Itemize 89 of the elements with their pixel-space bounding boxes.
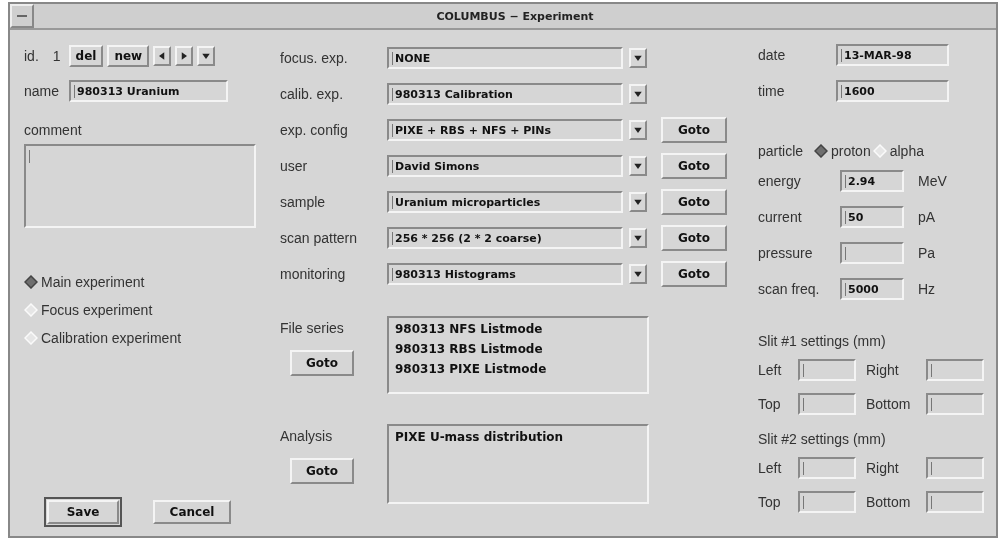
record-button[interactable]: new bbox=[107, 45, 150, 67]
field-label: comment bbox=[24, 122, 83, 138]
select-field[interactable]: David Simons bbox=[387, 155, 623, 177]
goto-button[interactable]: Goto bbox=[661, 117, 727, 143]
goto-button[interactable]: Goto bbox=[290, 350, 354, 376]
select-field[interactable]: NONE bbox=[387, 47, 623, 69]
window-title: COLUMBUS − Experiment bbox=[436, 9, 594, 23]
record-button[interactable]: del bbox=[68, 45, 104, 67]
radio-button[interactable]: Main experiment bbox=[24, 274, 256, 290]
number-field[interactable] bbox=[798, 457, 856, 479]
dropdown-button[interactable] bbox=[629, 120, 647, 140]
id-value: 1 bbox=[52, 48, 61, 64]
field-label: Top bbox=[758, 494, 782, 510]
list-item[interactable]: 980313 RBS Listmode bbox=[395, 342, 641, 356]
field-label: name bbox=[24, 83, 60, 99]
select-field[interactable]: Uranium microparticles bbox=[387, 191, 623, 213]
field-label: energy bbox=[758, 173, 802, 189]
radio-button[interactable]: alpha bbox=[872, 143, 924, 159]
date-field[interactable]: 13-MAR-98 bbox=[836, 44, 949, 66]
goto-button[interactable]: Goto bbox=[661, 225, 727, 251]
radio-button[interactable]: Calibration experiment bbox=[24, 330, 256, 346]
field-label: particle bbox=[758, 143, 805, 159]
unit-label: Hz bbox=[918, 281, 936, 297]
previous-button[interactable] bbox=[153, 46, 172, 66]
dropdown-button[interactable] bbox=[197, 46, 216, 66]
unit-label: MeV bbox=[918, 173, 947, 189]
unit-label: pA bbox=[918, 209, 936, 225]
goto-button[interactable]: Goto bbox=[661, 189, 727, 215]
window-menu-button[interactable] bbox=[10, 4, 34, 28]
save-button[interactable]: Save bbox=[47, 500, 119, 524]
list-item[interactable]: 980313 PIXE Listmode bbox=[395, 362, 641, 376]
number-field[interactable] bbox=[798, 491, 856, 513]
list-item[interactable]: PIXE U-mass distribution bbox=[395, 430, 641, 444]
list-item[interactable]: 980313 NFS Listmode bbox=[395, 322, 641, 336]
section-label: Analysis bbox=[280, 428, 333, 444]
radio-button[interactable]: Focus experiment bbox=[24, 302, 256, 318]
field-label: date bbox=[758, 47, 787, 63]
field-label: Top bbox=[758, 396, 782, 412]
field-label: Bottom bbox=[866, 494, 912, 510]
field-label: sample bbox=[280, 194, 327, 210]
field-label: calib. exp. bbox=[280, 86, 345, 102]
goto-button[interactable]: Goto bbox=[290, 458, 354, 484]
number-field[interactable] bbox=[798, 393, 856, 415]
time-field[interactable]: 1600 bbox=[836, 80, 949, 102]
select-field[interactable]: 980313 Histograms bbox=[387, 263, 623, 285]
select-field[interactable]: 256 * 256 (2 * 2 coarse) bbox=[387, 227, 623, 249]
number-field[interactable]: 50 bbox=[840, 206, 904, 228]
field-label: exp. config bbox=[280, 122, 349, 138]
field-label: Bottom bbox=[866, 396, 912, 412]
number-field[interactable] bbox=[840, 242, 904, 264]
number-field[interactable]: 5000 bbox=[840, 278, 904, 300]
field-label: scan freq. bbox=[758, 281, 821, 297]
number-field[interactable] bbox=[798, 359, 856, 381]
field-label: pressure bbox=[758, 245, 814, 261]
number-field[interactable] bbox=[926, 359, 984, 381]
dropdown-button[interactable] bbox=[629, 264, 647, 284]
select-field[interactable]: 980313 Calibration bbox=[387, 83, 623, 105]
dropdown-button[interactable] bbox=[629, 48, 647, 68]
field-label: current bbox=[758, 209, 803, 225]
section-label: Slit #1 settings (mm) bbox=[758, 333, 887, 349]
section-label: Slit #2 settings (mm) bbox=[758, 431, 887, 447]
dropdown-button[interactable] bbox=[629, 228, 647, 248]
dropdown-button[interactable] bbox=[629, 156, 647, 176]
field-label: Right bbox=[866, 460, 900, 476]
field-label: scan pattern bbox=[280, 230, 359, 246]
unit-label: Pa bbox=[918, 245, 936, 261]
name-field[interactable]: 980313 Uranium bbox=[69, 80, 229, 102]
section-label: File series bbox=[280, 320, 344, 336]
select-field[interactable]: PIXE + RBS + NFS + PINs bbox=[387, 119, 623, 141]
field-label: focus. exp. bbox=[280, 50, 349, 66]
field-label: Right bbox=[866, 362, 900, 378]
dropdown-button[interactable] bbox=[629, 192, 647, 212]
number-field[interactable] bbox=[926, 393, 984, 415]
cancel-button[interactable]: Cancel bbox=[153, 500, 231, 524]
field-label: Left bbox=[758, 362, 783, 378]
field-label: user bbox=[280, 158, 309, 174]
goto-button[interactable]: Goto bbox=[661, 153, 727, 179]
number-field[interactable]: 2.94 bbox=[840, 170, 904, 192]
number-field[interactable] bbox=[926, 491, 984, 513]
field-label: monitoring bbox=[280, 266, 347, 282]
field-label: time bbox=[758, 83, 786, 99]
next-button[interactable] bbox=[175, 46, 194, 66]
id-label: id. bbox=[24, 48, 39, 64]
dropdown-button[interactable] bbox=[629, 84, 647, 104]
comment-field[interactable] bbox=[24, 144, 256, 228]
goto-button[interactable]: Goto bbox=[661, 261, 727, 287]
field-label: Left bbox=[758, 460, 783, 476]
radio-button[interactable]: proton bbox=[814, 143, 871, 159]
number-field[interactable] bbox=[926, 457, 984, 479]
